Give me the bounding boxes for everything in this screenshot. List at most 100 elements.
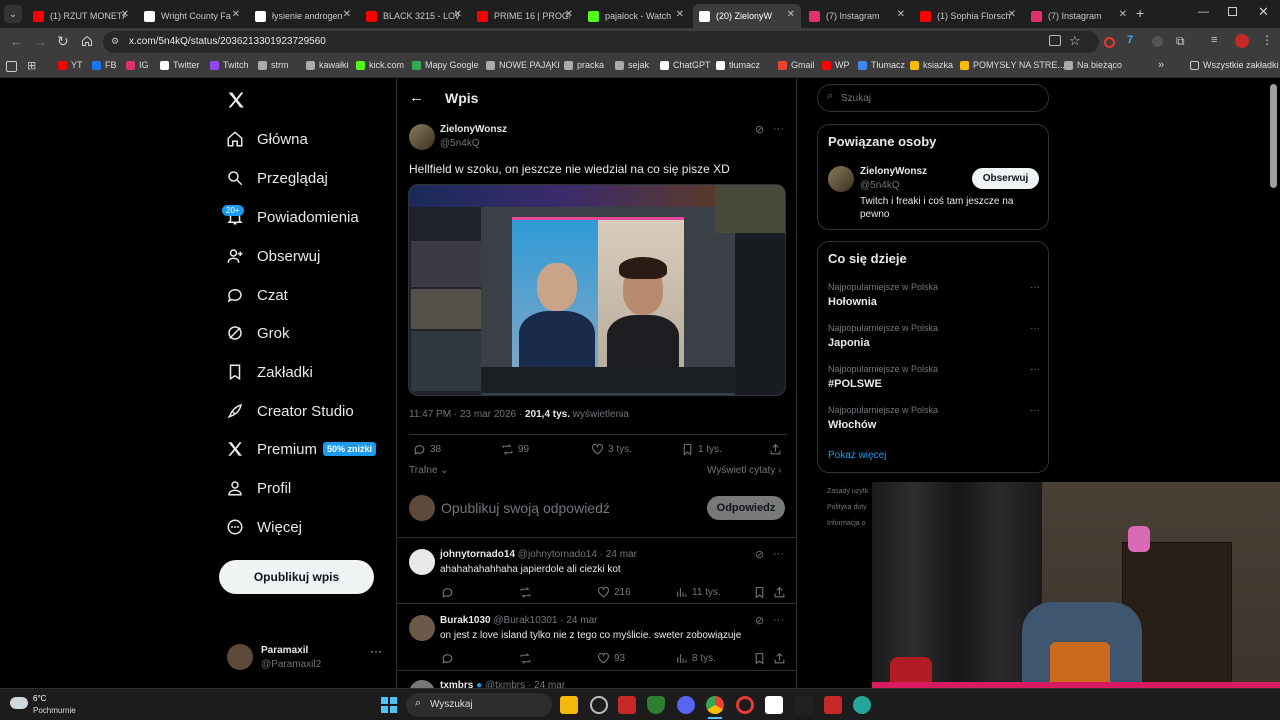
more-icon[interactable]: ··· bbox=[1030, 323, 1040, 334]
start-button-icon[interactable] bbox=[381, 697, 397, 713]
discord-icon[interactable] bbox=[677, 696, 695, 714]
bookmark-item[interactable]: pracka bbox=[564, 60, 604, 70]
bookmark-button[interactable] bbox=[753, 586, 770, 599]
profile-avatar-icon[interactable] bbox=[1235, 34, 1249, 48]
trend-item[interactable]: Najpopularniejsze w Polska #POLSWE ··· bbox=[828, 364, 1040, 390]
bookmark-item[interactable]: IG bbox=[126, 60, 149, 70]
grok-icon[interactable]: ⊘ bbox=[755, 548, 764, 561]
bookmark-item[interactable]: strm bbox=[258, 60, 289, 70]
file-explorer-icon[interactable] bbox=[560, 696, 578, 714]
like-button[interactable]: 3 tys. bbox=[591, 443, 632, 456]
reply-author[interactable]: johnytornado14 bbox=[440, 549, 515, 560]
close-tab-icon[interactable]: ✕ bbox=[232, 9, 240, 20]
extension-generic-icon[interactable] bbox=[1152, 36, 1163, 47]
forward-icon[interactable]: → bbox=[34, 34, 47, 49]
bookmark-item[interactable]: kawałki bbox=[306, 60, 349, 70]
close-tab-icon[interactable]: ✕ bbox=[454, 9, 462, 20]
close-tab-icon[interactable]: ✕ bbox=[897, 9, 905, 20]
sidebar-item-6[interactable]: Grok bbox=[226, 324, 290, 342]
browser-tab[interactable]: (1) RZUT MONETĄ ✕ bbox=[27, 4, 135, 28]
browser-tab[interactable]: BLACK 3215 - LOW ✕ bbox=[360, 4, 468, 28]
reply-author[interactable]: txmbrs bbox=[440, 680, 473, 688]
sidebar-item-9[interactable]: Premium bbox=[226, 440, 317, 458]
star-icon[interactable]: ☆ bbox=[1069, 33, 1081, 49]
avatar[interactable] bbox=[828, 166, 854, 192]
post-media-image[interactable] bbox=[408, 184, 786, 396]
post-button[interactable]: Opublikuj wpis bbox=[219, 560, 374, 594]
close-window-button[interactable]: ✕ bbox=[1258, 4, 1269, 20]
sidebar-item-3[interactable]: Powiadomienia bbox=[226, 208, 359, 226]
app-icon[interactable] bbox=[618, 696, 636, 714]
share-button[interactable] bbox=[769, 443, 786, 456]
maximize-button[interactable] bbox=[1228, 7, 1237, 16]
extension-7tv-icon[interactable]: 7 bbox=[1127, 34, 1133, 46]
url-input[interactable]: ⚙ x.com/5n4kQ/status/2036213301923729560… bbox=[103, 31, 1099, 53]
trend-item[interactable]: Najpopularniejsze w Polska Japonia ··· bbox=[828, 323, 1040, 349]
sidebar-item-5[interactable]: Czat bbox=[226, 286, 288, 304]
close-tab-icon[interactable]: ✕ bbox=[787, 9, 795, 20]
bookmark-item[interactable]: kick.com bbox=[356, 60, 404, 70]
bookmark-item[interactable]: Twitter bbox=[160, 60, 200, 70]
apps-grid-icon[interactable]: ⊞ bbox=[27, 59, 36, 72]
search-box[interactable]: ⌕ Szukaj bbox=[817, 84, 1049, 112]
sidebar-item-11[interactable]: Więcej bbox=[226, 518, 302, 536]
shield-icon[interactable] bbox=[647, 696, 665, 714]
all-bookmarks[interactable]: Wszystkie zakładki bbox=[1190, 60, 1279, 70]
more-icon[interactable]: ··· bbox=[370, 644, 382, 658]
chrome-icon[interactable] bbox=[706, 696, 724, 714]
browser-tab[interactable]: (20) ZielonyW ✕ bbox=[693, 4, 801, 28]
browser-tab[interactable]: Wright County Fa ✕ bbox=[138, 4, 246, 28]
views-button[interactable]: 8 tys. bbox=[675, 652, 716, 665]
sidebar-item-4[interactable]: Obserwuj bbox=[226, 247, 320, 265]
browser-tab[interactable]: (1) Sophia Florsch ✕ bbox=[914, 4, 1022, 28]
close-tab-icon[interactable]: ✕ bbox=[343, 9, 351, 20]
footer-link[interactable]: Informacja o bbox=[827, 520, 866, 527]
bookmark-item[interactable]: Twitch bbox=[210, 60, 249, 70]
browser-tab[interactable]: (7) Instagram ✕ bbox=[1025, 4, 1133, 28]
bookmark-item[interactable]: POMYSŁY NA STRE... bbox=[960, 60, 1065, 70]
trend-item[interactable]: Najpopularniejsze w Polska Włochów ··· bbox=[828, 405, 1040, 431]
show-more-link[interactable]: Pokaż więcej bbox=[828, 450, 886, 461]
bookmark-item[interactable]: Tłumacz bbox=[858, 60, 905, 70]
new-tab-button[interactable]: + bbox=[1136, 5, 1144, 21]
sidebar-item-7[interactable]: Zakładki bbox=[226, 363, 313, 381]
related-name[interactable]: ZielonyWonsz bbox=[860, 166, 927, 177]
sidebar-toggle-icon[interactable] bbox=[6, 61, 17, 72]
reply-item[interactable]: Burak1030 @Burak10301 · 24 mar ⊘ ··· on … bbox=[397, 605, 797, 671]
post-date[interactable]: 11:47 PM · 23 mar 2026 · bbox=[409, 409, 525, 420]
browser-menu-icon[interactable]: ⋮ bbox=[1261, 33, 1273, 47]
repost-button[interactable] bbox=[519, 652, 536, 665]
bookmark-item[interactable]: Gmail bbox=[778, 60, 815, 70]
bookmark-item[interactable]: YT bbox=[58, 60, 83, 70]
reload-icon[interactable]: ↻ bbox=[57, 33, 69, 50]
bookmark-item[interactable]: ChatGPT bbox=[660, 60, 711, 70]
close-tab-icon[interactable]: ✕ bbox=[121, 9, 129, 20]
reply-submit-button[interactable]: Odpowiedz bbox=[707, 496, 785, 520]
reply-button[interactable] bbox=[441, 652, 458, 665]
bookmark-item[interactable]: tłumacz bbox=[716, 60, 760, 70]
close-tab-icon[interactable]: ✕ bbox=[565, 9, 573, 20]
app-icon[interactable] bbox=[590, 696, 608, 714]
app-icon[interactable] bbox=[765, 696, 783, 714]
app-icon[interactable] bbox=[853, 696, 871, 714]
reply-author[interactable]: Burak1030 bbox=[440, 615, 491, 626]
app-icon[interactable] bbox=[795, 696, 813, 714]
account-switcher[interactable]: Paramaxil @Paramaxil2 ··· bbox=[224, 638, 384, 678]
footer-link[interactable]: Polityka doty bbox=[827, 504, 867, 511]
more-icon[interactable]: ··· bbox=[773, 548, 784, 560]
media-control-icon[interactable]: ≡ bbox=[1211, 34, 1217, 46]
opera-icon[interactable] bbox=[736, 696, 754, 714]
repost-button[interactable] bbox=[519, 586, 536, 599]
like-button[interactable]: 93 bbox=[597, 652, 625, 665]
browser-tab[interactable]: PRIME 16 | PROGR ✕ bbox=[471, 4, 579, 28]
reply-item[interactable]: txmbrs ● @txmbrs · 24 mar bbox=[397, 672, 797, 688]
view-quotes-link[interactable]: Wyświetl cytaty › bbox=[707, 465, 781, 476]
bookmark-item[interactable]: NOWE PAJĄKI bbox=[486, 60, 560, 70]
bookmarks-overflow-icon[interactable]: » bbox=[1158, 59, 1164, 71]
reply-button[interactable] bbox=[441, 586, 458, 599]
tab-list-button[interactable]: ⌄ bbox=[4, 5, 22, 23]
close-tab-icon[interactable]: ✕ bbox=[1119, 9, 1127, 20]
sidebar-item-2[interactable]: Przeglądaj bbox=[226, 169, 328, 187]
minimize-button[interactable]: — bbox=[1198, 6, 1209, 18]
taskbar-search-input[interactable]: ⌕ Wyszukaj bbox=[406, 693, 552, 717]
